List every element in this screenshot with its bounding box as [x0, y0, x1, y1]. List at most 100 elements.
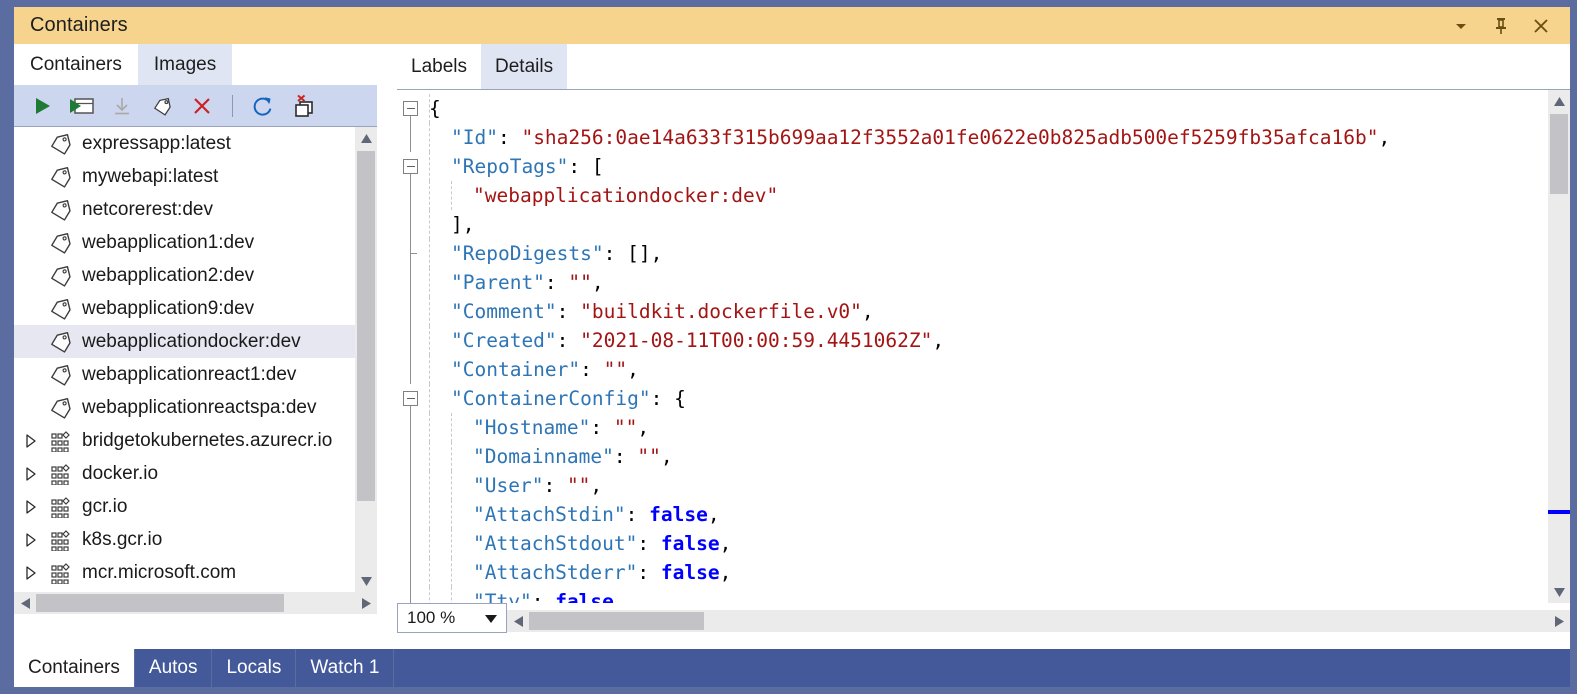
images-tree-hscrollbar[interactable] — [14, 592, 377, 614]
tree-item[interactable]: mywebapi:latest — [14, 160, 355, 193]
json-editor-hscrollbar[interactable] — [507, 610, 1570, 632]
tree-item[interactable]: expressapp:latest — [14, 127, 355, 160]
bottom-tab-label: Autos — [148, 657, 198, 678]
indent-guide — [429, 326, 430, 355]
collapse-toggle-icon[interactable] — [403, 391, 418, 406]
indent-guide — [429, 384, 430, 413]
tree-item[interactable]: webapplication2:dev — [14, 259, 355, 292]
right-tabstrip: Labels Details — [377, 44, 1570, 89]
indent-guide — [429, 123, 430, 152]
tab-containers[interactable]: Containers — [14, 44, 138, 85]
code-token: "ContainerConfig" — [451, 387, 651, 410]
tree-item[interactable]: mcr.microsoft.com — [14, 556, 355, 589]
vscroll-track[interactable] — [1548, 112, 1570, 581]
tree-item[interactable]: webapplicationreactspa:dev — [14, 391, 355, 424]
hscroll-track[interactable] — [36, 592, 355, 614]
run-button[interactable] — [28, 92, 56, 120]
code-line-text: "ContainerConfig": { — [451, 384, 686, 413]
tree-item-label: expressapp:latest — [82, 132, 231, 154]
zoom-level-select[interactable]: 100 % — [397, 603, 507, 633]
code-token: "User" — [473, 474, 544, 497]
tag-button[interactable] — [148, 92, 176, 120]
vscroll-thumb[interactable] — [357, 151, 375, 501]
scroll-up-icon[interactable] — [355, 127, 377, 149]
images-tree-container: expressapp:latest mywebapi:latest netcorer… — [14, 126, 377, 614]
tree-item[interactable]: bridgetokubernetes.azurecr.io — [14, 424, 355, 457]
bottom-tab-watch-1[interactable]: Watch 1 — [296, 649, 395, 687]
tab-images[interactable]: Images — [137, 44, 233, 85]
code-token: : { — [650, 387, 686, 410]
chevron-down-icon[interactable] — [485, 608, 497, 628]
scroll-left-icon[interactable] — [14, 592, 36, 614]
tree-item[interactable]: netcorerest:dev — [14, 193, 355, 226]
code-token: : [], — [603, 242, 663, 265]
chevron-right-icon[interactable] — [18, 532, 44, 547]
hscroll-track[interactable] — [529, 610, 1548, 632]
registry-icon — [44, 430, 78, 452]
code-token: "" — [637, 445, 661, 468]
images-tree-vscrollbar[interactable] — [355, 127, 377, 592]
tree-item[interactable]: webapplication9:dev — [14, 292, 355, 325]
scroll-down-icon[interactable] — [1548, 581, 1570, 603]
outline-guide — [410, 268, 411, 297]
tree-item[interactable]: webapplication1:dev — [14, 226, 355, 259]
bottom-tab-containers[interactable]: Containers — [14, 649, 135, 687]
pin-icon[interactable] — [1490, 15, 1512, 37]
scroll-left-icon[interactable] — [507, 610, 529, 632]
red-x-icon[interactable] — [188, 92, 216, 120]
tab-labels[interactable]: Labels — [397, 44, 481, 89]
code-token: false — [649, 503, 708, 526]
debug-window-tabstrip: Containers Autos Locals Watch 1 — [14, 649, 1570, 687]
tree-item[interactable]: gcr.io — [14, 490, 355, 523]
scroll-up-icon[interactable] — [1548, 90, 1570, 112]
images-tree[interactable]: expressapp:latest mywebapi:latest netcorer… — [14, 127, 355, 614]
vscroll-thumb[interactable] — [1550, 114, 1568, 194]
scroll-right-icon[interactable] — [1548, 610, 1570, 632]
hscroll-thumb[interactable] — [529, 612, 704, 630]
code-token: "AttachStdin" — [473, 503, 626, 526]
code-token: "" — [568, 271, 592, 294]
code-token: false — [555, 590, 614, 603]
code-token: "" — [566, 474, 591, 497]
outline-guide — [410, 442, 411, 471]
code-token: , — [861, 300, 874, 323]
scroll-right-icon[interactable] — [355, 592, 377, 614]
vscroll-track[interactable] — [355, 149, 377, 570]
code-line: "Hostname": "", — [397, 413, 1390, 442]
code-line: "Tty": false — [397, 587, 1390, 603]
bottom-tab-locals[interactable]: Locals — [212, 649, 297, 687]
tree-item[interactable]: docker.io — [14, 457, 355, 490]
code-token: "" — [603, 358, 628, 381]
chevron-down-icon[interactable] — [1450, 15, 1472, 37]
run-interactive-button[interactable] — [68, 92, 96, 120]
json-editor[interactable]: {"Id": "sha256:0ae14a633f315b699aa12f355… — [397, 90, 1548, 603]
collapse-toggle-icon[interactable] — [403, 159, 418, 174]
code-token: false — [660, 532, 720, 555]
refresh-icon[interactable] — [249, 92, 277, 120]
close-icon[interactable] — [1530, 15, 1552, 37]
chevron-right-icon[interactable] — [18, 499, 44, 514]
json-editor-vscrollbar[interactable] — [1548, 90, 1570, 603]
download-arrow-icon[interactable] — [108, 92, 136, 120]
code-line: { — [397, 94, 1390, 131]
tree-item-label: netcorerest:dev — [82, 198, 213, 220]
hscroll-thumb[interactable] — [36, 594, 284, 612]
indent-guide — [451, 558, 452, 587]
tree-item[interactable]: webapplicationreact1:dev — [14, 358, 355, 391]
chevron-right-icon[interactable] — [18, 466, 44, 481]
images-pane: Containers Images expressapp:latest mywe… — [14, 44, 377, 649]
scroll-down-icon[interactable] — [355, 570, 377, 592]
code-line: "ContainerConfig": { — [397, 384, 1390, 421]
tree-item-label: webapplication1:dev — [82, 231, 255, 253]
tree-item[interactable]: k8s.gcr.io — [14, 523, 355, 556]
tree-item[interactable]: webapplicationdocker:dev — [14, 325, 355, 358]
collapse-toggle-icon[interactable] — [403, 101, 418, 116]
indent-guide — [429, 500, 430, 529]
chevron-right-icon[interactable] — [18, 433, 44, 448]
chevron-right-icon[interactable] — [18, 565, 44, 580]
code-line: ], — [397, 210, 1390, 239]
bottom-tab-autos[interactable]: Autos — [135, 649, 213, 687]
code-line-text: "Tty": false — [473, 587, 614, 603]
tab-details[interactable]: Details — [481, 44, 568, 89]
prune-images-icon[interactable] — [289, 92, 317, 120]
